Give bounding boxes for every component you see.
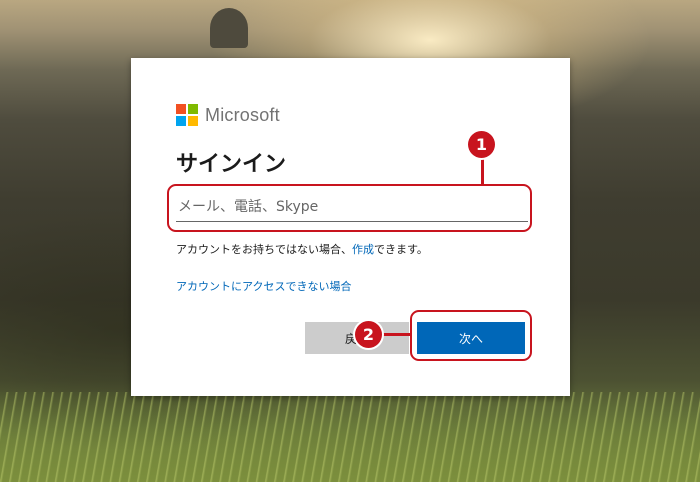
step-marker-2: 2	[355, 321, 382, 348]
no-account-suffix: できます。	[374, 243, 428, 256]
page-title: サインイン	[176, 152, 287, 177]
connector-1	[481, 155, 484, 185]
cant-access-account-link[interactable]: アカウントにアクセスできない場合	[176, 278, 351, 294]
no-account-text: アカウントをお持ちではない場合、作成できます。	[176, 241, 428, 257]
logo-text: Microsoft	[205, 104, 280, 125]
connector-2	[380, 333, 411, 336]
microsoft-logo: Microsoft	[176, 103, 280, 127]
logo-square-yellow	[188, 116, 198, 126]
highlight-next-button	[410, 310, 532, 361]
no-account-prefix: アカウントをお持ちではない場合、	[176, 243, 352, 256]
highlight-email-input	[167, 184, 532, 232]
create-account-link[interactable]: 作成	[352, 243, 374, 256]
logo-square-green	[188, 104, 198, 114]
step-marker-1: 1	[468, 131, 495, 158]
mountain-peak	[210, 8, 248, 48]
logo-square-red	[176, 104, 186, 114]
logo-square-blue	[176, 116, 186, 126]
microsoft-logo-icon	[176, 104, 198, 126]
grass-foreground	[0, 392, 700, 482]
